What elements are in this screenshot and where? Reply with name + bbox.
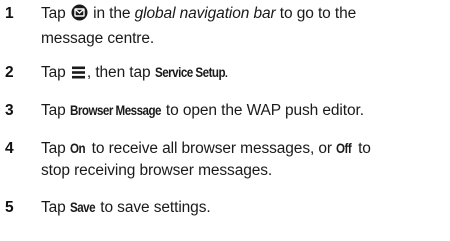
step-text-part: Tap xyxy=(41,5,70,22)
global-navigation-bar-term: global navigation bar xyxy=(134,5,276,22)
message-centre-icon xyxy=(71,4,88,28)
step-text: Tap in the global navigation bar to go t… xyxy=(41,3,446,50)
step-text-part: Tap xyxy=(41,199,70,216)
step-text: Tap Save to save settings. xyxy=(41,197,446,219)
off-label: Off xyxy=(336,141,352,156)
step-number: 1 xyxy=(5,5,14,22)
step-3: 3 Tap Browser Message to open the WAP pu… xyxy=(0,100,450,122)
step-text-part: to open the WAP push editor. xyxy=(161,102,364,119)
step-text-part: Tap xyxy=(41,64,70,81)
step-4: 4 Tap On to receive all browser messages… xyxy=(0,138,450,182)
step-text-part: message centre. xyxy=(41,30,155,47)
browser-message-label: Browser Message xyxy=(69,103,162,118)
step-text-part: to xyxy=(353,140,371,157)
service-setup-label: Service Setup xyxy=(154,65,226,80)
save-label: Save xyxy=(69,200,96,215)
step-text-part: to go to the xyxy=(275,5,357,22)
step-text-part: , then tap xyxy=(86,64,155,81)
step-text-part: Tap xyxy=(41,140,70,157)
step-2: 2 Tap , then tap Service Setup. xyxy=(0,62,450,84)
step-number: 2 xyxy=(5,64,14,81)
step-number: 3 xyxy=(5,102,14,119)
menu-icon xyxy=(71,65,86,87)
step-text: Tap On to receive all browser messages, … xyxy=(41,138,446,182)
step-number: 5 xyxy=(5,199,14,216)
step-text: Tap , then tap Service Setup. xyxy=(41,62,446,87)
step-5: 5 Tap Save to save settings. xyxy=(0,197,450,219)
step-text: Tap Browser Message to open the WAP push… xyxy=(41,100,446,122)
step-text-part: to receive all browser messages, or xyxy=(87,140,337,157)
on-label: On xyxy=(69,141,86,156)
step-text-part: in the xyxy=(88,5,135,22)
step-text-part: stop receiving browser messages. xyxy=(41,162,273,179)
step-number: 4 xyxy=(5,140,14,157)
step-text-part: to save settings. xyxy=(96,199,211,216)
step-text-part: Tap xyxy=(41,102,70,119)
step-1: 1 Tap in the global navigation bar to go… xyxy=(0,3,450,47)
